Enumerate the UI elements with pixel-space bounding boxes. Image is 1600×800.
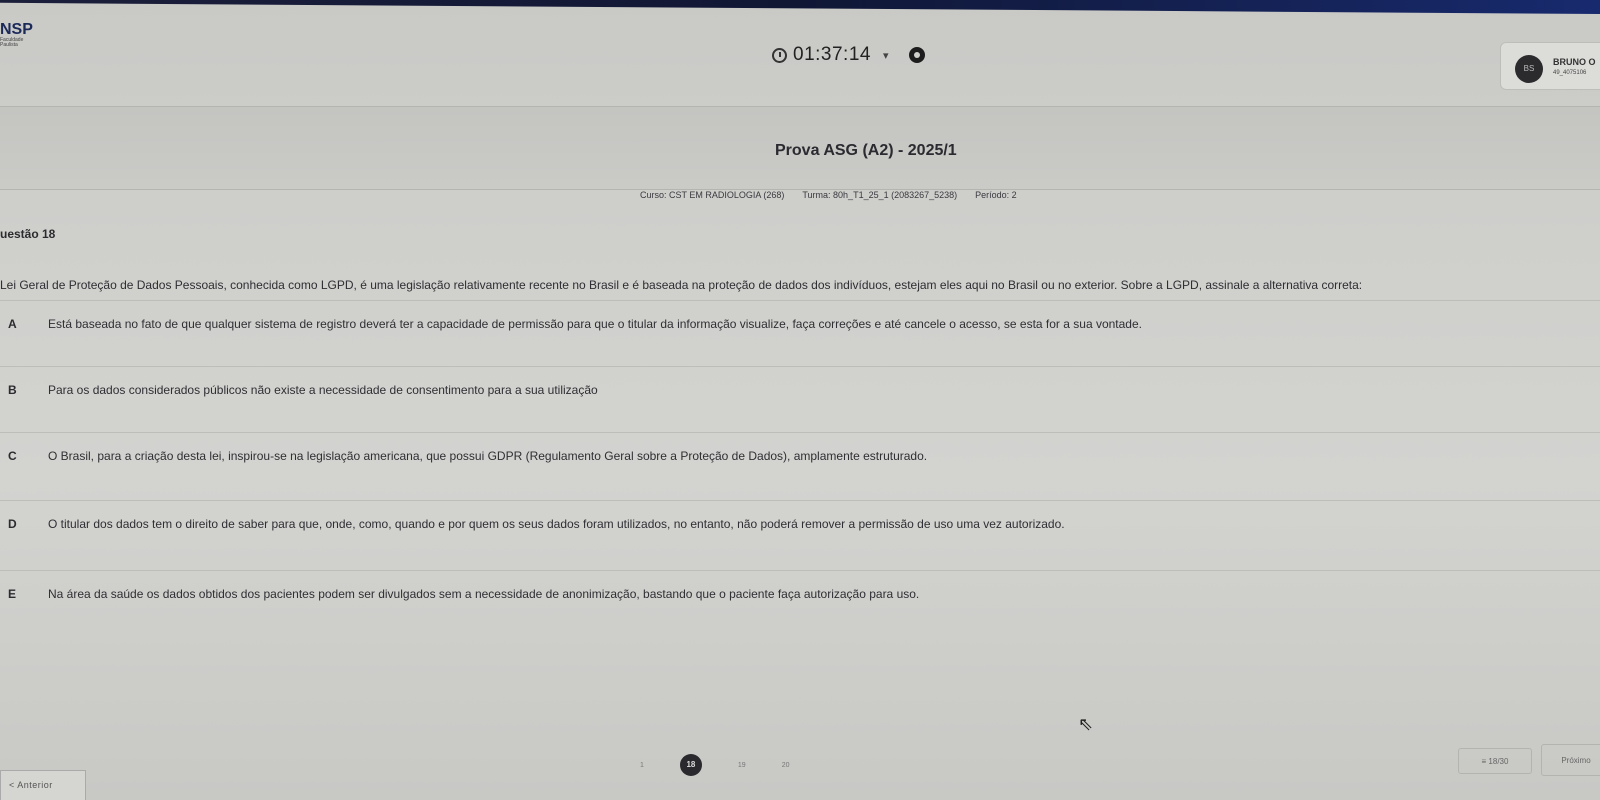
logo: NSP Faculdade Paulista — [0, 22, 34, 48]
next-button[interactable]: Próximo — [1541, 744, 1600, 776]
period-info: Período: 2 — [975, 190, 1017, 200]
user-profile[interactable]: BS BRUNO O 49_4075106 — [1500, 42, 1600, 90]
avatar: BS — [1515, 55, 1543, 83]
option-text: Está baseada no fato de que qualquer sis… — [48, 317, 1142, 331]
option-e[interactable]: E Na área da saúde os dados obtidos dos … — [0, 570, 1600, 629]
option-letter: A — [8, 317, 17, 331]
page-current[interactable]: 18 — [679, 754, 702, 776]
logo-text: NSP — [0, 21, 33, 38]
top-dark-bar — [0, 0, 1600, 14]
eye-icon[interactable] — [908, 47, 925, 63]
logo-subtext: Faculdade Paulista — [0, 37, 24, 48]
option-d[interactable]: D O titular dos dados tem o direito de s… — [0, 500, 1600, 559]
page-link[interactable]: 19 — [738, 762, 746, 769]
option-text: O titular dos dados tem o direito de sab… — [48, 517, 1065, 531]
option-text: Na área da saúde os dados obtidos dos pa… — [48, 587, 920, 601]
page-link[interactable]: 20 — [782, 762, 790, 769]
question-count-button[interactable]: ≡ 18/30 — [1458, 748, 1532, 774]
option-letter: C — [8, 449, 17, 463]
exam-meta: Curso: CST EM RADIOLOGIA (268) Turma: 80… — [640, 190, 1017, 200]
chevron-down-icon[interactable]: ▾ — [883, 49, 889, 62]
option-text: O Brasil, para a criação desta lei, insp… — [48, 449, 928, 463]
exam-timer: 01:37:14 ▾ — [772, 44, 925, 66]
question-number: uestão 18 — [0, 227, 56, 241]
page-link[interactable]: 1 — [640, 762, 644, 769]
user-name: BRUNO O — [1553, 57, 1596, 67]
option-b[interactable]: B Para os dados considerados públicos nã… — [0, 366, 1600, 425]
mouse-cursor-icon: ⇖ — [1078, 714, 1094, 734]
option-text: Para os dados considerados públicos não … — [48, 383, 598, 397]
question-count: 18/30 — [1488, 757, 1509, 766]
user-id: 49_4075106 — [1553, 70, 1587, 76]
page-title: Prova ASG (A2) - 2025/1 — [775, 142, 957, 159]
question-statement: Lei Geral de Proteção de Dados Pessoais,… — [0, 278, 1363, 292]
previous-button[interactable]: < Anterior — [0, 770, 86, 800]
class-info: Turma: 80h_T1_25_1 (2083267_5238) — [802, 190, 958, 200]
pagination: 1 18 19 20 — [640, 754, 790, 776]
timer-value: 01:37:14 — [793, 44, 871, 65]
option-letter: E — [8, 587, 17, 601]
option-letter: D — [8, 517, 17, 531]
course-info: Curso: CST EM RADIOLOGIA (268) — [640, 190, 785, 200]
stopwatch-icon — [772, 47, 787, 63]
option-c[interactable]: C O Brasil, para a criação desta lei, in… — [0, 432, 1600, 491]
footer-nav: < Anterior 1 18 19 20 ≡ 18/30 Próximo — [0, 740, 1600, 800]
option-letter: B — [8, 383, 17, 397]
header: NSP Faculdade Paulista 01:37:14 ▾ — [0, 14, 1600, 84]
option-a[interactable]: A Está baseada no fato de que qualquer s… — [0, 300, 1600, 359]
